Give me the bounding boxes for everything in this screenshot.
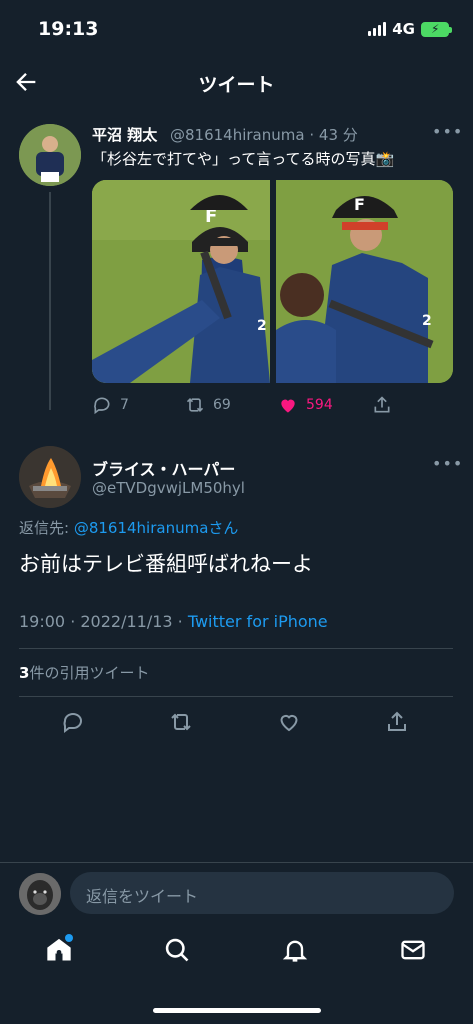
share-icon — [388, 711, 406, 731]
retweet-button[interactable] — [169, 710, 195, 736]
notification-dot — [65, 934, 73, 942]
divider — [0, 862, 473, 863]
reply-context: 返信先: @81614hiranumaさん — [19, 517, 238, 538]
status-indicators: 4G ⚡ — [368, 20, 452, 38]
retweet-count: 69 — [213, 397, 231, 413]
quote-label: 件の引用ツイート — [29, 664, 150, 682]
reply-button[interactable]: 7 — [92, 394, 129, 416]
quote-tweets-link[interactable]: 3件の引用ツイート — [19, 662, 149, 683]
author-handle: @eTVDgvwjLM50hyl — [92, 479, 245, 497]
speech-bubble-icon — [63, 713, 82, 733]
reply-prefix: 返信先: — [19, 519, 74, 537]
author-name[interactable]: ブライス・ハーパー — [92, 456, 235, 480]
retweet-icon — [171, 713, 191, 731]
divider — [19, 696, 453, 697]
like-button[interactable] — [277, 710, 303, 736]
search-icon — [165, 938, 189, 962]
like-count: 594 — [306, 397, 333, 413]
home-indicator — [153, 1008, 321, 1013]
reply-button[interactable] — [61, 710, 87, 736]
retweet-icon — [186, 397, 204, 413]
avatar[interactable] — [19, 124, 81, 186]
client-link[interactable]: Twitter for iPhone — [188, 612, 328, 631]
share-button[interactable] — [385, 710, 411, 736]
author-handle: @81614hiranuma · 43 分 — [170, 124, 358, 145]
heart-filled-icon — [281, 399, 295, 413]
timestamp: 19:00 · 2022/11/13 · — [19, 612, 188, 631]
tab-messages[interactable] — [399, 936, 429, 966]
heart-icon — [280, 714, 298, 732]
svg-text:2: 2 — [422, 313, 432, 329]
tweet-photo[interactable]: F 2 — [92, 180, 270, 383]
avatar[interactable] — [19, 446, 81, 508]
tab-notifications[interactable] — [281, 936, 311, 966]
tab-search[interactable] — [163, 936, 193, 966]
thread-line — [49, 192, 51, 410]
more-icon[interactable]: ••• — [432, 454, 463, 473]
tweet-text: 「杉谷左で打てや」って言ってる時の写真📸 — [92, 150, 395, 168]
speech-bubble-icon — [94, 397, 110, 415]
author-handle-text: @81614hiranuma — [170, 126, 305, 144]
share-button[interactable] — [372, 394, 392, 416]
like-button[interactable]: 594 — [278, 394, 333, 416]
svg-text:2: 2 — [257, 318, 267, 334]
quote-count: 3 — [19, 664, 30, 682]
reply-input[interactable]: 返信をツイート — [70, 872, 454, 914]
svg-text:F: F — [354, 195, 365, 214]
my-avatar[interactable] — [19, 873, 61, 915]
retweet-button[interactable]: 69 — [185, 394, 231, 416]
bell-icon — [282, 940, 308, 962]
page-title: ツイート — [198, 74, 275, 96]
tweet-text: お前はテレビ番組呼ばれねーよ — [19, 552, 313, 576]
reply-count: 7 — [120, 397, 129, 413]
signal-icon — [368, 22, 387, 36]
battery-icon: ⚡ — [421, 21, 452, 37]
more-icon[interactable]: ••• — [432, 122, 463, 141]
status-time: 19:13 — [38, 18, 99, 40]
mail-icon — [401, 940, 425, 960]
network-type: 4G — [392, 20, 415, 38]
reply-mention-link[interactable]: @81614hiranuma — [74, 519, 209, 537]
divider — [19, 648, 453, 649]
share-icon — [374, 396, 390, 413]
tweet-photo[interactable]: F 2 — [276, 180, 453, 383]
tweet-meta: 19:00 · 2022/11/13 · Twitter for iPhone — [19, 612, 328, 631]
author-name[interactable]: 平沼 翔太 — [92, 124, 157, 145]
tweet-time: · 43 分 — [309, 126, 358, 144]
reply-suffix: さん — [208, 519, 239, 537]
